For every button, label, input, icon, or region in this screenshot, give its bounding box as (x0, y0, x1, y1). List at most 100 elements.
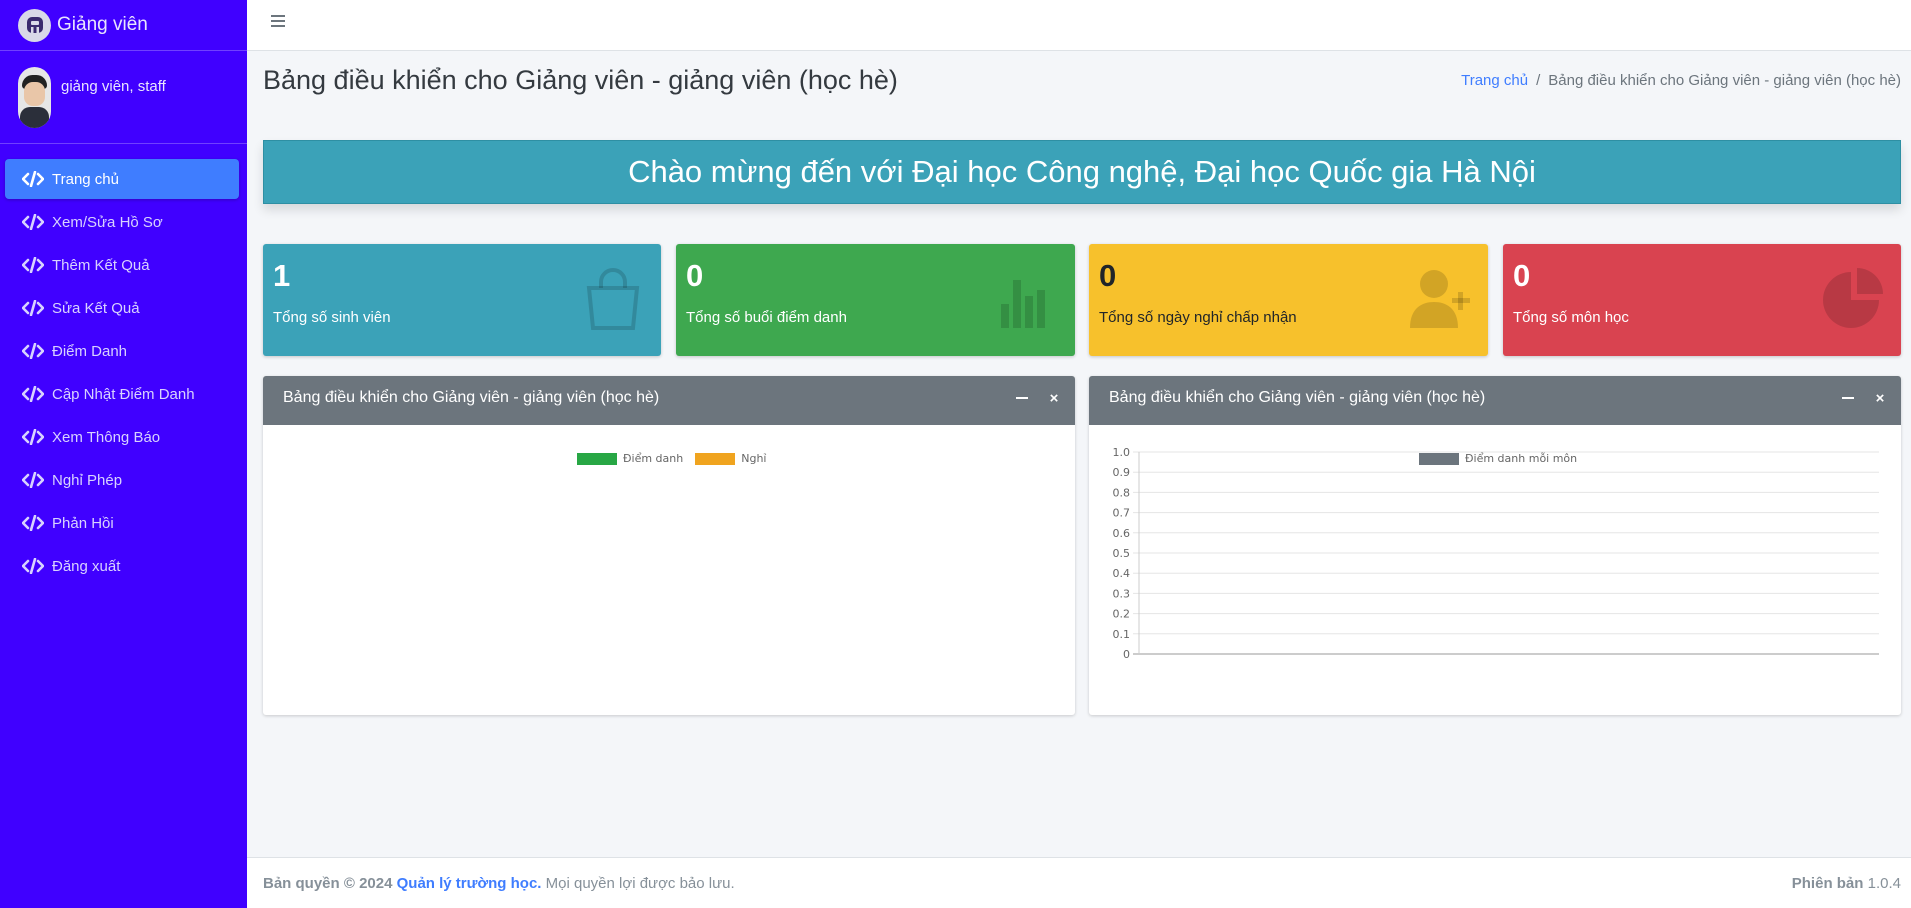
code-icon (22, 386, 44, 402)
sidebar-item-trang-chu[interactable]: Trang chủ (5, 159, 239, 199)
code-icon (22, 558, 44, 574)
sidebar-item-xem-sua-ho-so[interactable]: Xem/Sửa Hồ Sơ (5, 202, 239, 242)
stat-label: Tổng số sinh viên (273, 309, 391, 326)
version-label: Phiên bản (1791, 875, 1864, 892)
page-title: Bảng điều khiển cho Giảng viên - giảng v… (263, 65, 898, 95)
sidebar-item-label: Nghỉ Phép (52, 471, 123, 489)
sidebar: Giảng viên giảng viên, staff Trang chủ X… (0, 0, 247, 908)
collapse-button[interactable] (1015, 391, 1029, 405)
card-header: Bảng điều khiển cho Giảng viên - giảng v… (1089, 376, 1901, 425)
sidebar-item-dang-xuat[interactable]: Đăng xuất (5, 546, 239, 586)
legend-swatch (695, 452, 736, 465)
sidebar-item-label: Phản Hồi (52, 514, 114, 532)
code-icon (22, 214, 44, 230)
code-icon (22, 257, 44, 273)
sidebar-nav: Trang chủ Xem/Sửa Hồ Sơ Thêm Kết Quả Sửa… (0, 144, 247, 586)
subject-attendance-chart-card: Bảng điều khiển cho Giảng viên - giảng v… (1089, 376, 1901, 715)
sidebar-item-them-ket-qua[interactable]: Thêm Kết Quả (5, 245, 239, 285)
pie-chart-icon (1817, 266, 1889, 332)
footer-copyright: Bản quyền © 2024 Quản lý trường học. Mọi… (263, 875, 735, 892)
close-button[interactable]: × (1047, 389, 1061, 407)
legend-item[interactable]: Điểm danh (577, 452, 683, 465)
stat-value: 0 (1099, 258, 1117, 293)
sidebar-item-phan-hoi[interactable]: Phản Hồi (5, 503, 239, 543)
sidebar-item-diem-danh[interactable]: Điểm Danh (5, 331, 239, 371)
card-title: Bảng điều khiển cho Giảng viên - giảng v… (283, 389, 660, 406)
stat-card-students: 1 Tổng số sinh viên (263, 244, 661, 356)
code-icon (22, 343, 44, 359)
code-icon (22, 515, 44, 531)
user-name: giảng viên, staff (61, 78, 166, 95)
brand-logo-icon (18, 8, 51, 42)
y-tick-label: 0.7 (1113, 507, 1131, 520)
legend-label: Điểm danh (623, 452, 684, 465)
sidebar-item-cap-nhat-diem-danh[interactable]: Cập Nhật Điểm Danh (5, 374, 239, 414)
legend-label: Nghỉ (741, 452, 767, 465)
stat-label: Tổng số ngày nghỉ chấp nhận (1099, 309, 1297, 326)
breadcrumb-home-link[interactable]: Trang chủ (1461, 72, 1528, 89)
chart-legend: Điểm danh Nghỉ (577, 452, 778, 465)
sidebar-item-sua-ket-qua[interactable]: Sửa Kết Quả (5, 288, 239, 328)
welcome-text: Chào mừng đến với Đại học Công nghệ, Đại… (628, 154, 1536, 189)
stat-card-attendance-sessions: 0 Tổng số buổi điểm danh (676, 244, 1075, 356)
legend-item[interactable]: Nghỉ (695, 452, 766, 465)
sidebar-item-label: Đăng xuất (52, 557, 121, 575)
minus-icon (1842, 397, 1854, 399)
y-tick-label: 0.5 (1113, 547, 1131, 560)
close-button[interactable]: × (1873, 389, 1887, 407)
app-name-link[interactable]: Quản lý trường học. (397, 875, 542, 892)
sidebar-item-label: Xem/Sửa Hồ Sơ (52, 213, 163, 231)
stat-label: Tổng số môn học (1513, 309, 1629, 326)
y-tick-label: 0.4 (1113, 567, 1131, 580)
brand[interactable]: Giảng viên (0, 0, 247, 51)
breadcrumb: Trang chủ / Bảng điều khiển cho Giảng viên… (1461, 72, 1901, 89)
sidebar-item-label: Xem Thông Báo (52, 428, 161, 446)
footer: Bản quyền © 2024 Quản lý trường học. Mọi… (247, 857, 1911, 908)
y-tick-label: 0 (1123, 648, 1130, 661)
version-number: 1.0.4 (1867, 875, 1901, 892)
card-title: Bảng điều khiển cho Giảng viên - giảng v… (1109, 389, 1486, 406)
avatar (18, 67, 51, 128)
breadcrumb-current: Bảng điều khiển cho Giảng viên - giảng v… (1548, 72, 1901, 89)
stat-value: 1 (273, 258, 291, 293)
y-tick-label: 0.1 (1113, 628, 1131, 641)
stat-label: Tổng số buổi điểm danh (686, 309, 847, 326)
topbar (247, 0, 1911, 51)
attendance-chart-card: Bảng điều khiển cho Giảng viên - giảng v… (263, 376, 1075, 715)
close-icon: × (1875, 389, 1885, 407)
rights-text: Mọi quyền lợi được bảo lưu. (545, 875, 735, 892)
card-tools: × (1015, 389, 1061, 407)
code-icon (22, 171, 44, 187)
y-tick-label: 1.0 (1113, 446, 1131, 459)
legend-swatch (577, 452, 617, 465)
shopping-bag-icon (577, 266, 649, 332)
y-tick-label: 0.8 (1113, 486, 1131, 499)
sidebar-item-label: Thêm Kết Quả (52, 256, 150, 274)
bar-chart-icon (991, 266, 1063, 332)
breadcrumb-separator: / (1536, 72, 1541, 89)
code-icon (22, 472, 44, 488)
copyright-prefix: Bản quyền © 2024 (263, 875, 393, 892)
stat-card-subjects: 0 Tổng số môn học (1503, 244, 1901, 356)
stat-card-approved-leave: 0 Tổng số ngày nghỉ chấp nhận (1089, 244, 1488, 356)
card-tools: × (1841, 389, 1887, 407)
code-icon (22, 429, 44, 445)
subject-attendance-chart: 1.0 0.9 0.8 0.7 0.6 0.5 0.4 0.3 0.2 0.1 0 (1113, 446, 1879, 661)
user-panel[interactable]: giảng viên, staff (0, 51, 247, 144)
minus-icon (1016, 397, 1028, 399)
menu-toggle-icon[interactable] (271, 15, 287, 29)
y-tick-label: 0.3 (1113, 587, 1131, 600)
sidebar-item-label: Sửa Kết Quả (52, 299, 140, 317)
user-plus-icon (1404, 266, 1476, 332)
sidebar-item-label: Trang chủ (52, 170, 119, 188)
sidebar-item-nghi-phep[interactable]: Nghỉ Phép (5, 460, 239, 500)
code-icon (22, 300, 44, 316)
sidebar-item-label: Điểm Danh (52, 342, 128, 360)
stat-value: 0 (1513, 258, 1531, 293)
welcome-banner: Chào mừng đến với Đại học Công nghệ, Đại… (263, 140, 1901, 204)
collapse-button[interactable] (1841, 391, 1855, 405)
sidebar-item-xem-thong-bao[interactable]: Xem Thông Báo (5, 417, 239, 457)
card-header: Bảng điều khiển cho Giảng viên - giảng v… (263, 376, 1075, 425)
brand-title: Giảng viên (57, 14, 148, 35)
close-icon: × (1049, 389, 1059, 407)
